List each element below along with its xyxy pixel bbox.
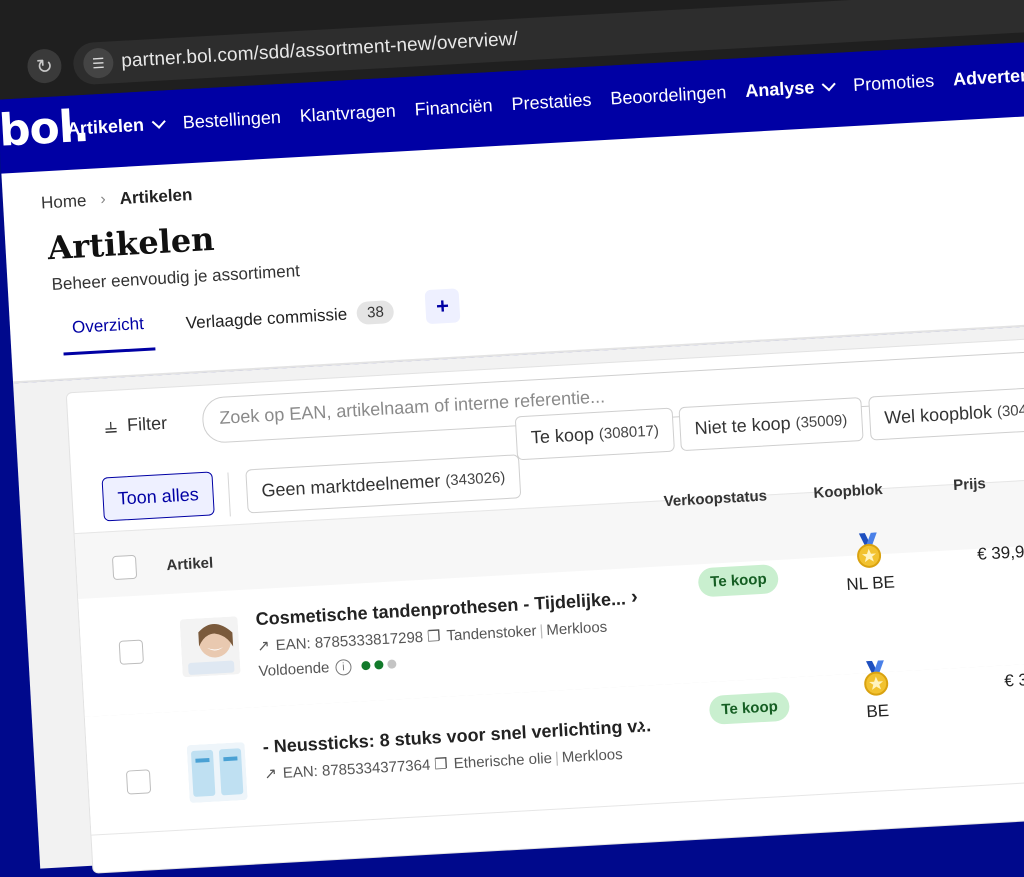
product-ean: EAN: 8785333817298	[275, 628, 424, 654]
product-ean: EAN: 8785334377364	[282, 756, 431, 782]
info-icon[interactable]: i	[334, 658, 352, 676]
nav-item-artikelen[interactable]: Artikelen	[66, 114, 166, 140]
copy-icon[interactable]: ❐	[427, 627, 441, 646]
column-header-prijs[interactable]: Prijs	[953, 475, 986, 494]
product-category: Etherische olie	[453, 749, 553, 772]
row-checkbox[interactable]	[125, 769, 152, 795]
product-image	[186, 741, 248, 804]
url-text[interactable]: partner.bol.com/sdd/assortment-new/overv…	[121, 29, 519, 73]
chevron-down-icon	[151, 114, 166, 129]
breadcrumb-current: Artikelen	[119, 185, 193, 209]
status-badge: Te koop	[708, 691, 791, 725]
reload-icon[interactable]: ↻	[26, 48, 63, 85]
koopblok-cell: BE	[835, 658, 918, 723]
product-category: Tandenstoker	[446, 622, 537, 645]
product-thumbnail[interactable]	[186, 741, 248, 804]
chevron-down-icon	[822, 77, 837, 92]
product-brand: Merkloos	[545, 618, 608, 639]
status-badge: Te koop	[697, 563, 780, 598]
quality-dot-empty	[387, 659, 397, 669]
column-header-artikel[interactable]: Artikel	[166, 554, 214, 574]
nav-item-bestellingen[interactable]: Bestellingen	[182, 107, 281, 133]
chevron-right-icon[interactable]: ›	[638, 714, 646, 737]
tab-bar: Overzicht Verlaagde commissie 38 +	[61, 288, 461, 358]
chip-divider	[227, 472, 231, 517]
tab-overzicht[interactable]: Overzicht	[61, 305, 156, 356]
row-checkbox[interactable]	[118, 639, 144, 665]
copy-icon[interactable]: ❐	[434, 755, 448, 774]
product-price: € 35,9	[1003, 668, 1024, 691]
quality-dot-filled	[361, 660, 371, 671]
nav-item-adverteren[interactable]: Adverteren	[953, 64, 1024, 90]
site-settings-icon[interactable]: ☰	[82, 47, 115, 79]
breadcrumb-home[interactable]: Home	[41, 191, 87, 214]
nav-item-beoordelingen[interactable]: Beoordelingen	[610, 82, 727, 109]
filter-button[interactable]: ⫨ Filter	[104, 410, 168, 439]
product-price: € 39,95	[976, 541, 1024, 564]
tab-verlaagde-commissie[interactable]: Verlaagde commissie 38	[175, 291, 405, 349]
nav-item-prestaties[interactable]: Prestaties	[511, 90, 592, 115]
chip-geen-marktdeelnemer[interactable]: Geen marktdeelnemer (343026)	[245, 454, 522, 514]
chip-niet-te-koop[interactable]: Niet te koop (35009)	[678, 397, 864, 452]
nav-item-promoties[interactable]: Promoties	[853, 70, 935, 95]
nav-item-klantvragen[interactable]: Klantvragen	[299, 101, 396, 127]
medal-icon	[857, 532, 882, 568]
chevron-right-icon[interactable]: ›	[630, 586, 638, 609]
separator: |	[554, 748, 560, 767]
product-brand: Merkloos	[561, 745, 624, 766]
product-thumbnail[interactable]	[179, 616, 241, 678]
nav-item-financien[interactable]: Financiën	[414, 95, 493, 120]
articles-panel: ⫨ Filter Te koop(308017) Niet te koop(35…	[65, 332, 1024, 874]
select-all-checkbox[interactable]	[111, 554, 138, 581]
chip-toon-alles[interactable]: Toon alles	[101, 471, 215, 522]
external-link-icon[interactable]: ↗	[264, 764, 278, 783]
chevron-right-icon: ›	[99, 190, 107, 209]
koopblok-cell: NL BE	[828, 531, 911, 596]
column-header-koopblok[interactable]: Koopblok	[813, 481, 883, 502]
breadcrumb: Home › Artikelen	[41, 185, 193, 213]
page-title: Artikelen	[46, 219, 216, 268]
koopblok-countries: BE	[865, 700, 890, 722]
medal-icon	[864, 660, 889, 696]
tab-count-badge: 38	[356, 300, 395, 326]
add-tab-button[interactable]: +	[424, 288, 461, 325]
nav-item-analyse[interactable]: Analyse	[745, 76, 837, 102]
content-quality: Voldoende i	[258, 655, 397, 680]
product-image	[179, 616, 241, 678]
quality-dot-filled	[374, 660, 384, 670]
chip-te-koop[interactable]: Te koop (308017)	[514, 407, 676, 461]
column-header-verkoopstatus[interactable]: Verkoopstatus	[663, 487, 767, 510]
sliders-icon: ⫨	[103, 412, 118, 439]
external-link-icon[interactable]: ↗	[257, 636, 271, 655]
page-subtitle: Beheer eenvoudig je assortiment	[51, 261, 301, 295]
koopblok-countries: NL BE	[845, 572, 896, 595]
separator: |	[538, 621, 544, 639]
browser-window: ↻ ☰ partner.bol.com/sdd/assortment-new/o…	[0, 0, 1024, 874]
